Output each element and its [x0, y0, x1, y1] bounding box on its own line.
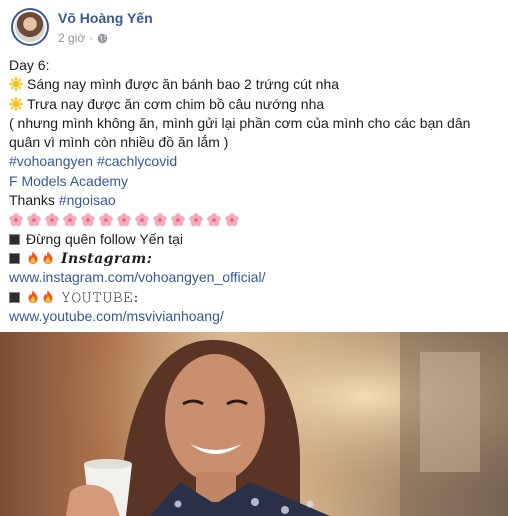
- meta-separator: ·: [89, 31, 94, 45]
- note-line: ( nhưng mình không ăn, mình gửi lại phần…: [9, 114, 471, 151]
- photo-illustration: [0, 332, 508, 516]
- lunch-line: Trưa nay được ăn cơm chim bồ câu nướng n…: [9, 95, 499, 114]
- cherry-blossom-emoji: [207, 213, 221, 227]
- instagram-link[interactable]: www.instagram.com/vohoangyen_official/: [9, 269, 266, 285]
- cherry-blossom-emoji: [189, 213, 203, 227]
- youtube-line: 𝚈𝙾𝚄𝚃𝚄𝙱𝙴:: [9, 288, 499, 307]
- day-line: Day 6:: [9, 57, 50, 73]
- lunch-text: Trưa nay được ăn cơm chim bồ câu nướng n…: [27, 95, 325, 112]
- avatar[interactable]: [11, 8, 49, 46]
- cherry-blossom-emoji: [153, 213, 167, 227]
- post-time[interactable]: 2 giờ: [58, 31, 85, 45]
- post-header: Võ Hoàng Yến 2 giờ ·: [0, 0, 508, 52]
- post-photo[interactable]: [0, 332, 508, 516]
- breakfast-line: Sáng nay mình được ăn bánh bao 2 trứng c…: [9, 75, 499, 94]
- instagram-url-line: www.instagram.com/vohoangyen_official/: [9, 268, 499, 287]
- avatar-photo: [15, 12, 45, 42]
- follow-text: Đừng quên follow Yến tại: [26, 230, 183, 247]
- fire-emoji: [28, 290, 38, 303]
- cherry-blossom-emoji: [117, 213, 131, 227]
- black-square-emoji: [9, 233, 20, 245]
- black-square-emoji: [9, 291, 20, 303]
- cherry-blossom-emoji: [135, 213, 149, 227]
- globe-icon[interactable]: [97, 33, 108, 44]
- youtube-label: 𝚈𝙾𝚄𝚃𝚄𝙱𝙴:: [61, 289, 139, 306]
- sun-emoji: [9, 77, 23, 91]
- page-link[interactable]: F Models Academy: [9, 173, 128, 189]
- hashtags-line: #vohoangyen #cachlycovid: [9, 152, 499, 171]
- thanks-line: Thanks #ngoisao: [9, 191, 499, 210]
- cherry-blossom-emoji: [225, 213, 239, 227]
- sun-emoji: [9, 96, 23, 111]
- page-line: F Models Academy: [9, 172, 499, 191]
- fire-emoji: [43, 251, 53, 264]
- follow-line: Đừng quên follow Yến tại: [9, 230, 499, 249]
- instagram-label: 𝑰𝒏𝒔𝒕𝒂𝒈𝒓𝒂𝒎:: [61, 250, 153, 267]
- hashtag-links[interactable]: #vohoangyen #cachlycovid: [9, 153, 177, 169]
- post-meta: 2 giờ ·: [58, 31, 108, 45]
- fire-emoji: [43, 290, 53, 303]
- cherry-blossom-emoji: [45, 213, 59, 227]
- cherry-blossom-emoji: [99, 213, 113, 227]
- thanks-text: Thanks: [9, 192, 59, 209]
- instagram-line: 𝑰𝒏𝒔𝒕𝒂𝒈𝒓𝒂𝒎:: [9, 249, 499, 268]
- author-name[interactable]: Võ Hoàng Yến: [58, 10, 153, 26]
- post-text: Day 6: Sáng nay mình được ăn bánh bao 2 …: [9, 56, 499, 326]
- flower-row: [9, 210, 499, 229]
- black-square-emoji: [9, 252, 20, 264]
- cherry-blossom-emoji: [81, 213, 95, 227]
- ngoisao-hashtag[interactable]: #ngoisao: [59, 192, 116, 208]
- fire-emoji: [28, 251, 38, 264]
- cherry-blossom-emoji: [63, 213, 77, 227]
- youtube-url-line: www.youtube.com/msvivianhoang/: [9, 307, 499, 326]
- avatar-ring: [13, 10, 47, 44]
- youtube-link[interactable]: www.youtube.com/msvivianhoang/: [9, 308, 224, 324]
- cherry-blossom-emoji: [9, 213, 23, 227]
- cherry-blossom-emoji: [27, 213, 41, 227]
- cherry-blossom-emoji: [171, 213, 185, 227]
- breakfast-text: Sáng nay mình được ăn bánh bao 2 trứng c…: [27, 76, 340, 93]
